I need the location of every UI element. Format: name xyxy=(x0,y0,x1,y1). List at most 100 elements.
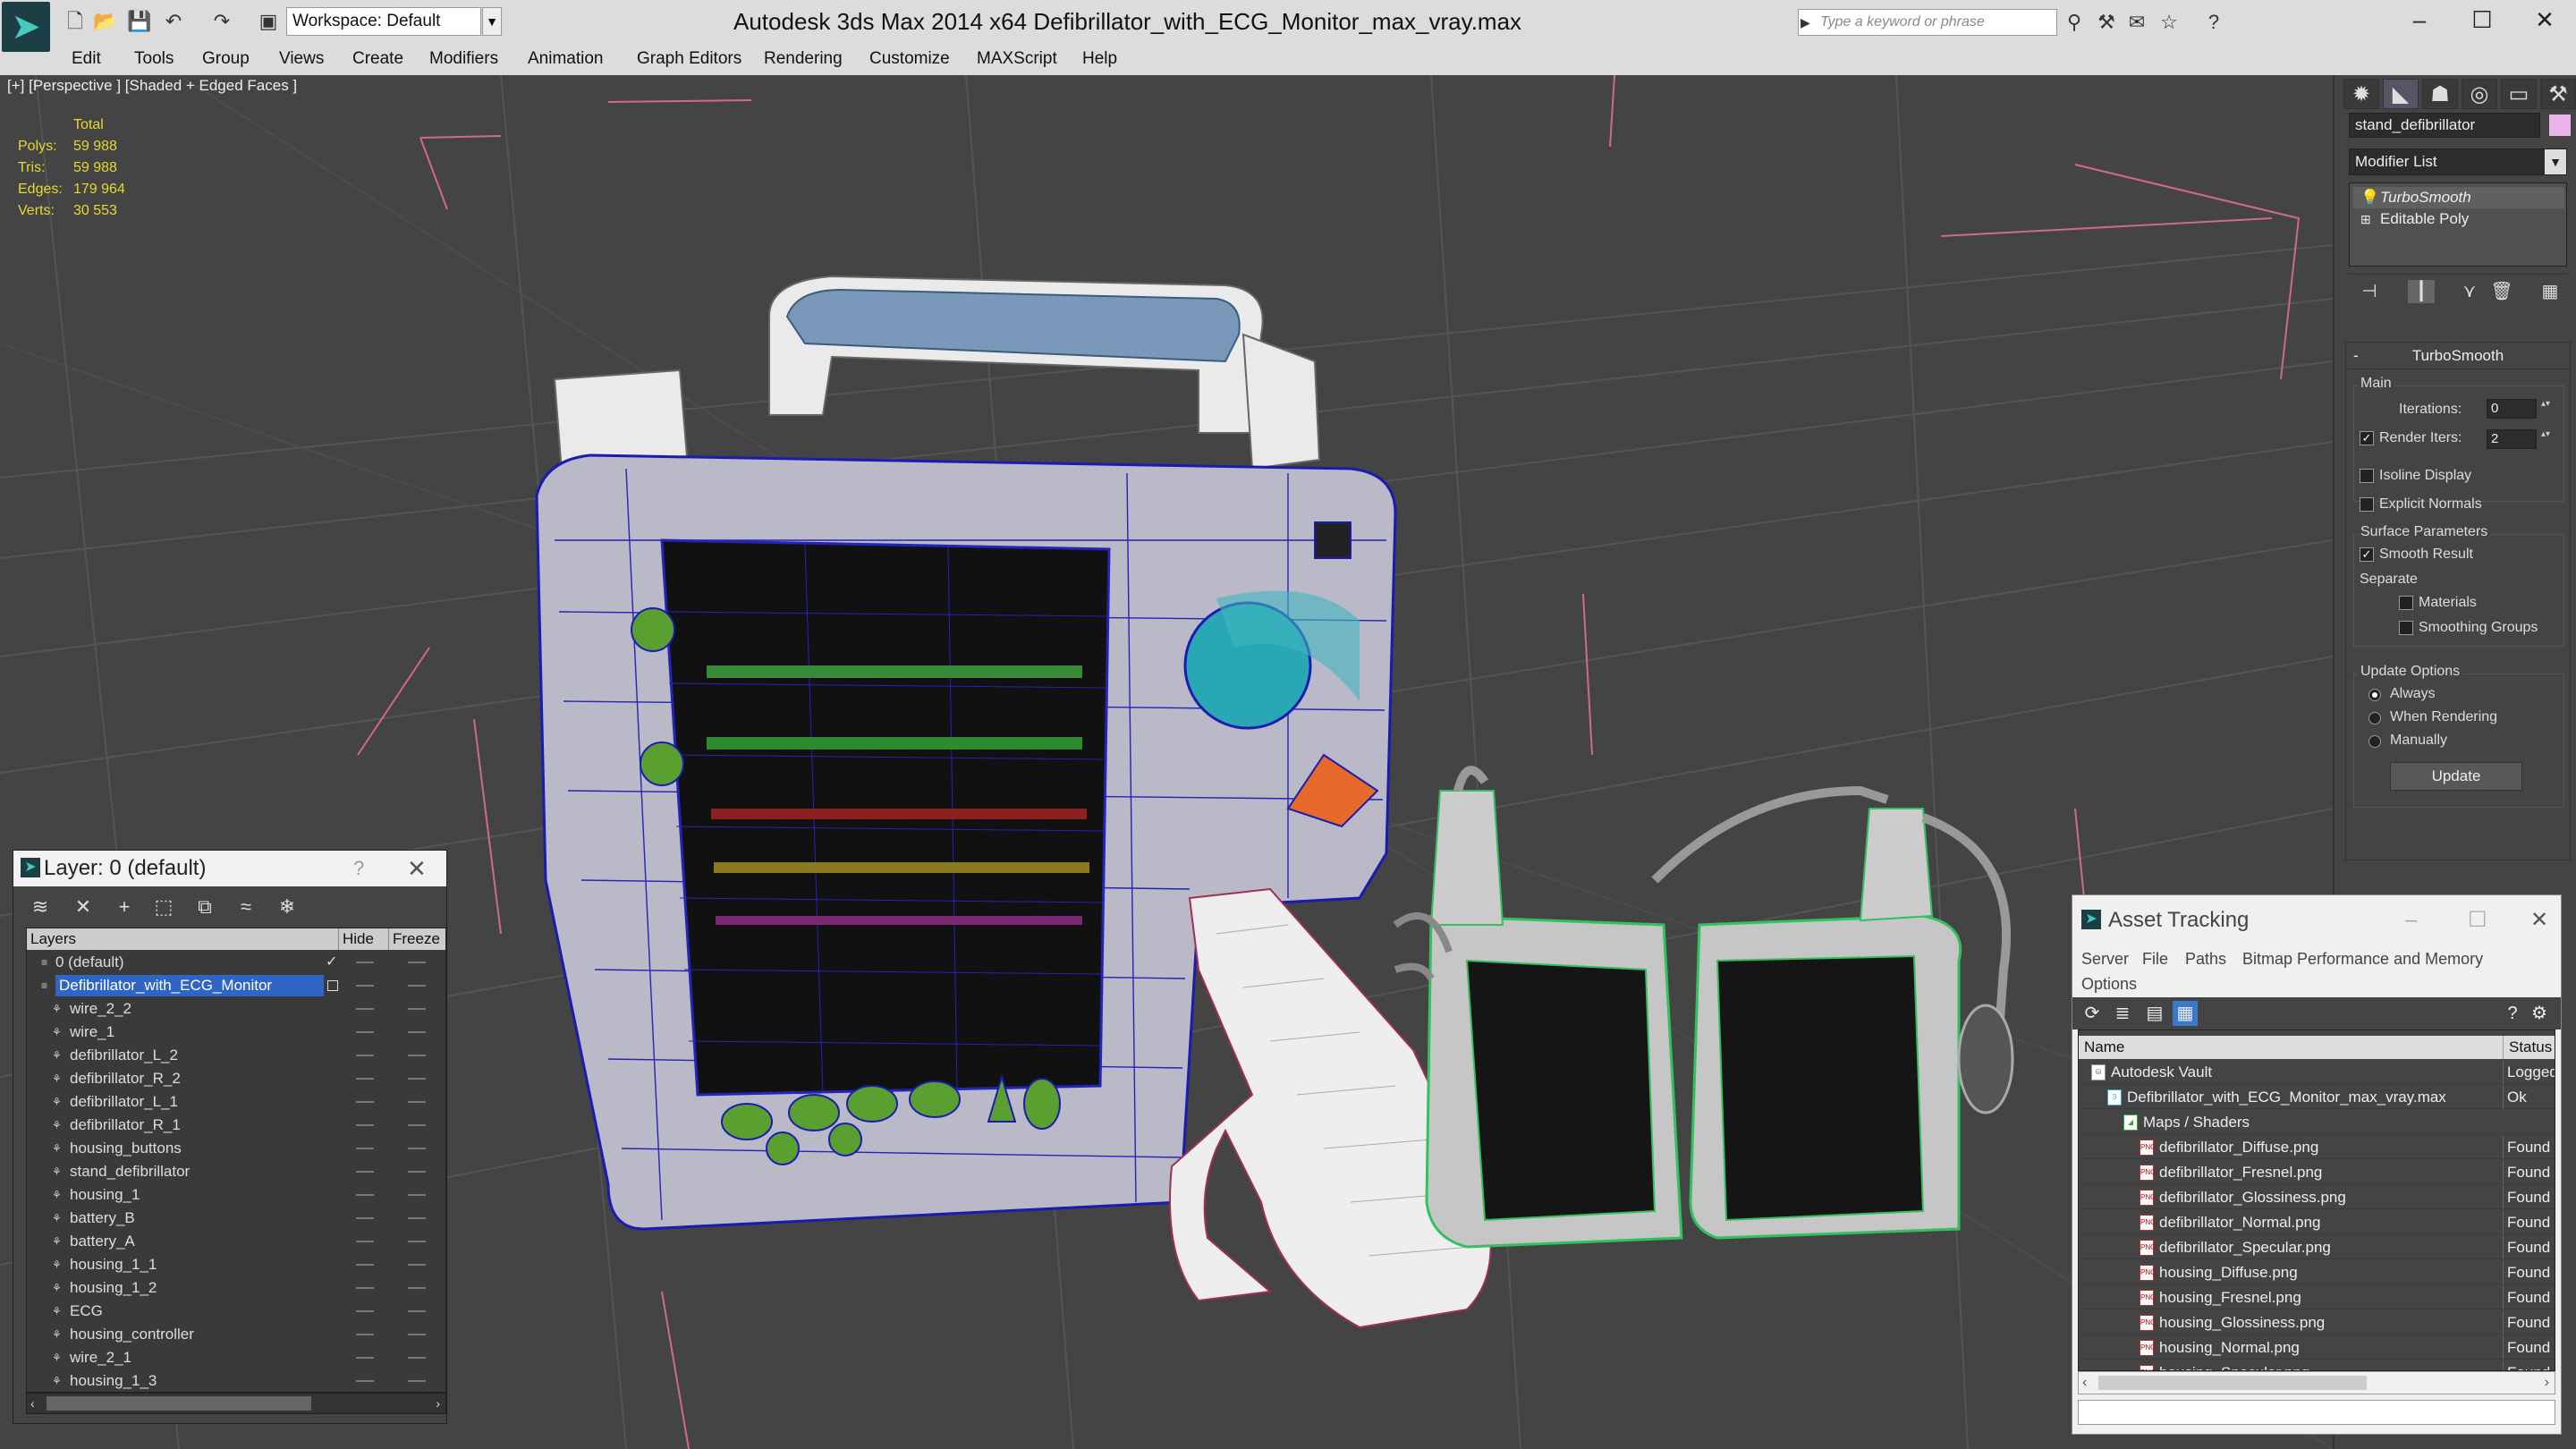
workspace-select[interactable]: Workspace: Default ▼ xyxy=(286,7,502,36)
menu-help[interactable]: Help xyxy=(1082,43,1117,75)
asset-row[interactable]: PNG defibrillator_Glossiness.png Found xyxy=(2079,1186,2555,1209)
asset-row[interactable]: PNG defibrillator_Specular.png Found xyxy=(2079,1236,2555,1259)
menu-create[interactable]: Create xyxy=(352,43,403,75)
communication-icon[interactable]: ✉ xyxy=(2123,9,2150,36)
select-objects-icon[interactable]: ⬚ xyxy=(149,894,178,920)
asset-row[interactable]: PNG housing_Normal.png Found xyxy=(2079,1336,2555,1360)
save-icon[interactable]: 💾 xyxy=(125,7,154,36)
menu-graph-editors[interactable]: Graph Editors xyxy=(637,43,741,75)
layer-row[interactable]: ⚘ housing_1_2 xyxy=(27,1277,445,1299)
subscription-icon[interactable]: ⚒ xyxy=(2093,9,2120,36)
hide-toggle[interactable] xyxy=(356,1008,374,1010)
hide-toggle[interactable] xyxy=(356,1287,374,1289)
freeze-toggle[interactable] xyxy=(408,1357,426,1359)
hierarchy-tab-icon[interactable]: ☗ xyxy=(2422,79,2458,109)
freeze-toggle[interactable] xyxy=(408,1310,426,1312)
layer-list-scrollbar[interactable]: ‹ › xyxy=(26,1393,446,1414)
hide-all-icon[interactable]: ≈ xyxy=(232,894,260,920)
close-icon[interactable]: ✕ xyxy=(2513,0,2576,39)
layer-row[interactable]: ⚘ defibrillator_R_2 xyxy=(27,1068,445,1089)
hide-toggle[interactable] xyxy=(356,985,374,987)
help-icon[interactable]: ? xyxy=(2500,1001,2525,1026)
favorites-star-icon[interactable]: ☆ xyxy=(2156,9,2182,36)
menu-paths[interactable]: Paths xyxy=(2185,945,2226,972)
menu-file[interactable]: File xyxy=(2142,945,2168,972)
smooth-result-checkbox[interactable]: ✓ xyxy=(2360,547,2374,562)
menu-views[interactable]: Views xyxy=(279,43,324,75)
layer-row[interactable]: ⚘ housing_1 xyxy=(27,1184,445,1206)
hide-toggle[interactable] xyxy=(356,962,374,963)
motion-tab-icon[interactable]: ◎ xyxy=(2462,79,2497,109)
scrollbar-thumb[interactable] xyxy=(2098,1376,2367,1390)
create-tab-icon[interactable]: ✹ xyxy=(2343,79,2379,109)
menu-maxscript[interactable]: MAXScript xyxy=(977,43,1057,75)
menu-group[interactable]: Group xyxy=(202,43,250,75)
when-rendering-radio[interactable] xyxy=(2368,712,2381,724)
close-icon[interactable]: ✕ xyxy=(407,851,427,886)
freeze-toggle[interactable] xyxy=(408,1171,426,1173)
column-layers[interactable]: Layers xyxy=(27,928,76,950)
highlight-layer-icon[interactable]: ⧉ xyxy=(191,894,219,920)
remove-modifier-icon[interactable]: 🗑 xyxy=(2488,280,2515,303)
layer-row[interactable]: ≡ 0 (default) ✓ xyxy=(27,952,445,973)
menu-rendering[interactable]: Rendering xyxy=(764,43,843,75)
isoline-display-checkbox[interactable] xyxy=(2360,469,2374,483)
materials-checkbox[interactable] xyxy=(2399,596,2413,610)
asset-row[interactable]: ⛁ Autodesk Vault Logged O xyxy=(2079,1061,2555,1084)
table-view-icon[interactable]: ▤ xyxy=(2142,1001,2167,1026)
redo-icon[interactable]: ↷ xyxy=(208,7,236,36)
maximize-icon[interactable]: ☐ xyxy=(2468,895,2487,945)
pin-stack-icon[interactable]: ⊣ xyxy=(2356,280,2383,303)
current-layer-indicator[interactable] xyxy=(327,980,338,991)
asset-row[interactable]: PNG defibrillator_Diffuse.png Found xyxy=(2079,1136,2555,1159)
chevron-down-icon[interactable]: ▼ xyxy=(482,7,502,36)
layer-window-titlebar[interactable]: ➤ Layer: 0 (default) ? ✕ xyxy=(13,851,446,886)
refresh-icon[interactable]: ⟳ xyxy=(2080,1001,2105,1026)
freeze-toggle[interactable] xyxy=(408,1287,426,1289)
freeze-toggle[interactable] xyxy=(408,1031,426,1033)
delete-layer-icon[interactable]: ✕ xyxy=(69,894,97,920)
layer-row[interactable]: ⚘ wire_2_2 xyxy=(27,998,445,1020)
freeze-toggle[interactable] xyxy=(408,1241,426,1242)
minimize-icon[interactable]: – xyxy=(2405,895,2417,945)
layer-row[interactable]: ≡ Defibrillator_with_ECG_Monitor xyxy=(27,975,445,996)
menu-options[interactable]: Options xyxy=(2081,970,2137,997)
freeze-toggle[interactable] xyxy=(408,1264,426,1266)
freeze-toggle[interactable] xyxy=(408,1055,426,1056)
open-file-icon[interactable]: 📂 xyxy=(91,7,120,36)
layer-row[interactable]: ⚘ defibrillator_L_1 xyxy=(27,1091,445,1113)
menu-tools[interactable]: Tools xyxy=(134,43,174,75)
layer-row[interactable]: ⚘ housing_buttons xyxy=(27,1138,445,1159)
smoothing-groups-checkbox[interactable] xyxy=(2399,621,2413,635)
scrollbar-thumb[interactable] xyxy=(47,1396,311,1411)
menu-bitmap-performance[interactable]: Bitmap Performance and Memory xyxy=(2242,945,2483,972)
layer-row[interactable]: ⚘ ECG xyxy=(27,1301,445,1322)
asset-row[interactable]: PNG housing_Glossiness.png Found xyxy=(2079,1311,2555,1335)
hide-toggle[interactable] xyxy=(356,1148,374,1149)
maximize-icon[interactable]: ☐ xyxy=(2451,0,2513,39)
hide-toggle[interactable] xyxy=(356,1171,374,1173)
asset-row[interactable]: PNGhousing_Specular.png Found xyxy=(2079,1361,2555,1370)
modifier-list-dropdown[interactable]: Modifier List ▼ xyxy=(2349,148,2567,175)
layer-row[interactable]: ⚘ defibrillator_L_2 xyxy=(27,1045,445,1066)
help-icon[interactable]: ? xyxy=(2200,9,2227,36)
layer-row[interactable]: ⚘ wire_1 xyxy=(27,1021,445,1043)
search-input[interactable]: ▶ Type a keyword or phrase xyxy=(1798,9,2057,36)
rollout-header[interactable]: - TurboSmooth xyxy=(2346,343,2570,369)
layer-row[interactable]: ⚘ housing_controller xyxy=(27,1324,445,1345)
asset-row[interactable]: PNG housing_Diffuse.png Found xyxy=(2079,1261,2555,1284)
project-folder-icon[interactable]: ▣ xyxy=(254,7,283,36)
settings-icon[interactable]: ⚙ xyxy=(2527,1001,2552,1026)
utilities-tab-icon[interactable]: ⚒ xyxy=(2540,79,2576,109)
grid-view-icon[interactable]: ▦ xyxy=(2173,1001,2198,1026)
chevron-right-icon[interactable]: › xyxy=(2545,1372,2549,1394)
layers-icon[interactable]: ≋ xyxy=(26,894,55,920)
new-file-icon[interactable]: 🗋 xyxy=(61,7,89,36)
hide-toggle[interactable] xyxy=(356,1357,374,1359)
freeze-all-icon[interactable]: ❄ xyxy=(273,894,301,920)
hide-toggle[interactable] xyxy=(356,1124,374,1126)
help-icon[interactable]: ? xyxy=(353,851,364,886)
lightbulb-icon[interactable]: 💡 xyxy=(2360,187,2379,208)
modify-tab-icon[interactable]: ◣ xyxy=(2383,79,2419,109)
asset-tracking-titlebar[interactable]: ➤ Asset Tracking – ☐ ✕ xyxy=(2072,895,2561,945)
